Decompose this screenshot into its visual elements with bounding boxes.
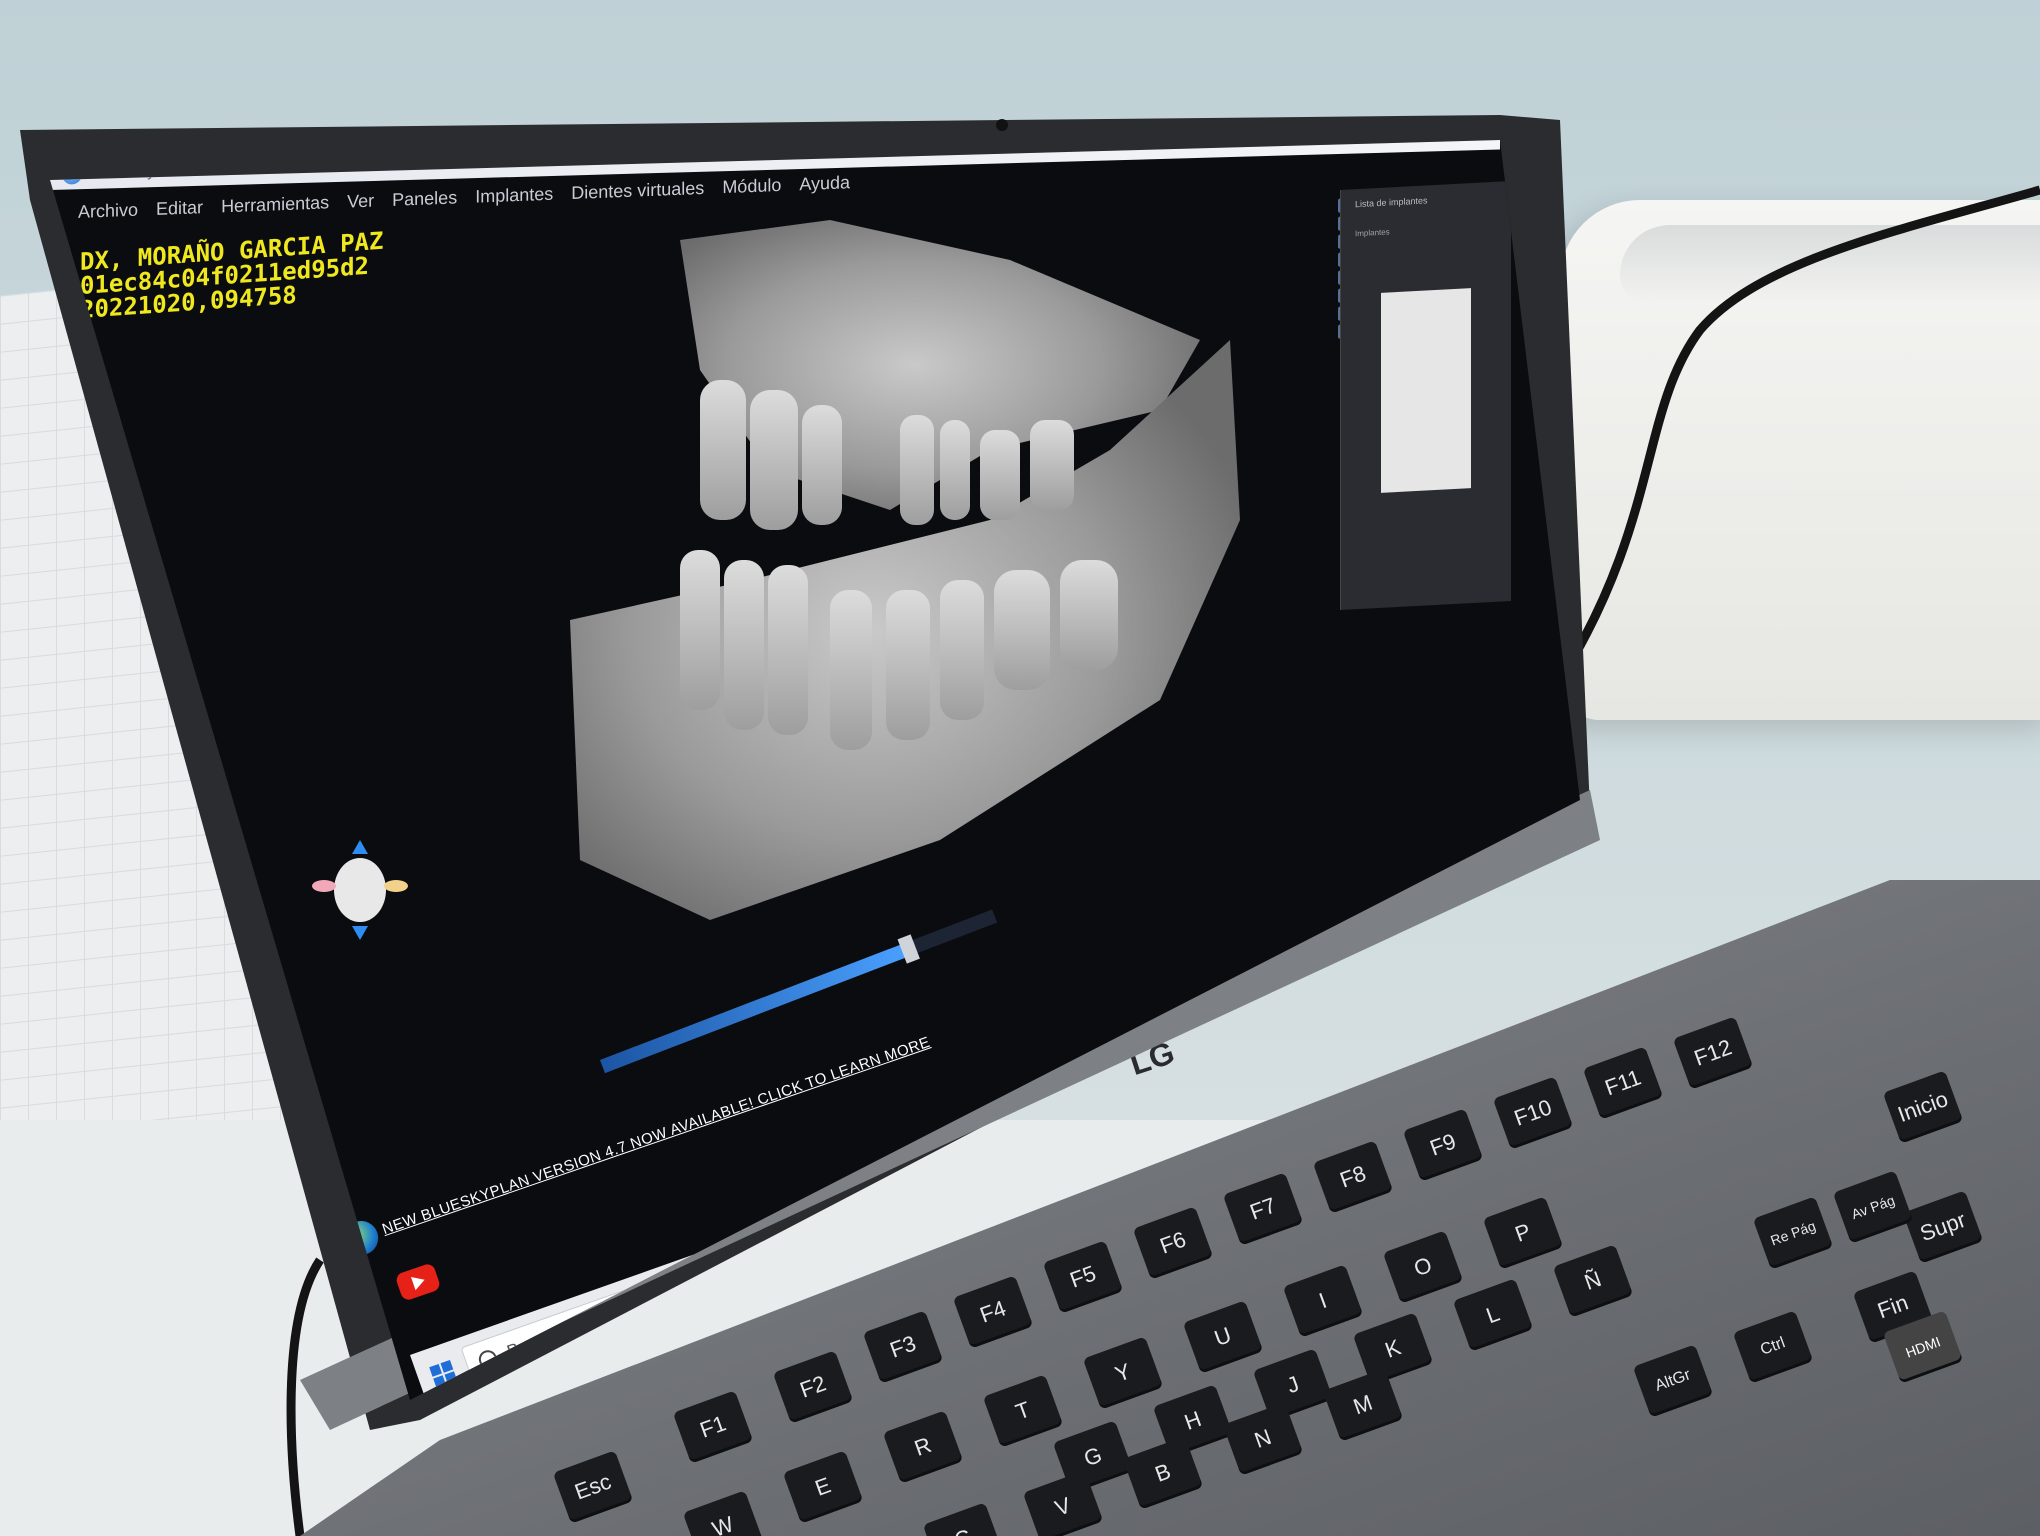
key-f2[interactable]: F2	[772, 1350, 854, 1424]
menu-herramientas[interactable]: Herramientas	[221, 185, 329, 223]
key-p[interactable]: P	[1482, 1196, 1564, 1270]
key-f12[interactable]: F12	[1672, 1016, 1754, 1090]
menu-implantes[interactable]: Implantes	[475, 177, 553, 214]
key-m[interactable]: M	[1322, 1368, 1404, 1442]
3d-viewport[interactable]	[110, 220, 1380, 1020]
menu-ayuda[interactable]: Ayuda	[799, 165, 850, 201]
menu-editar[interactable]: Editar	[156, 190, 203, 226]
key-e[interactable]: E	[782, 1450, 864, 1524]
key-ctrl[interactable]: Ctrl	[1732, 1310, 1814, 1384]
key-f3[interactable]: F3	[862, 1310, 944, 1384]
key-re-pag[interactable]: Re Pág	[1752, 1196, 1834, 1270]
key-inicio[interactable]: Inicio	[1882, 1070, 1964, 1144]
menu-dientes-virtuales[interactable]: Dientes virtuales	[571, 171, 704, 210]
key-f9[interactable]: F9	[1402, 1108, 1484, 1182]
key-f11[interactable]: F11	[1582, 1046, 1664, 1120]
key-c[interactable]: C	[922, 1502, 1004, 1536]
key-f5[interactable]: F5	[1042, 1240, 1124, 1314]
panel-subtitle: Implantes	[1355, 227, 1390, 239]
implant-preview	[1381, 288, 1471, 493]
menu-paneles[interactable]: Paneles	[392, 180, 457, 216]
key-u[interactable]: U	[1182, 1300, 1264, 1374]
key-f7[interactable]: F7	[1222, 1172, 1304, 1246]
white-device-top	[1620, 225, 2040, 305]
photo-scene: Esc F1 F2 F3 F4 F5 F6 F7 F8 F9 F10 F11 F…	[0, 0, 2040, 1536]
key-altgr[interactable]: AltGr	[1632, 1344, 1714, 1418]
key-esc[interactable]: Esc	[552, 1450, 634, 1524]
menu-modulo[interactable]: Módulo	[722, 168, 781, 204]
key-o[interactable]: O	[1382, 1230, 1464, 1304]
menu-ver[interactable]: Ver	[347, 184, 374, 219]
key-l[interactable]: L	[1452, 1278, 1534, 1352]
key-f1[interactable]: F1	[672, 1390, 754, 1464]
key-f4[interactable]: F4	[952, 1275, 1034, 1349]
key-w[interactable]: W	[682, 1490, 764, 1536]
key-i[interactable]: I	[1282, 1264, 1364, 1338]
panel-title: Lista de implantes	[1355, 195, 1428, 210]
menu-archivo[interactable]: Archivo	[78, 193, 138, 229]
key-f6[interactable]: F6	[1132, 1206, 1214, 1280]
key-f8[interactable]: F8	[1312, 1140, 1394, 1214]
key-supr[interactable]: Supr	[1902, 1190, 1984, 1264]
key-f10[interactable]: F10	[1492, 1076, 1574, 1150]
key-av-pag[interactable]: Av Pág	[1832, 1170, 1914, 1244]
key-y[interactable]: Y	[1082, 1336, 1164, 1410]
key-r[interactable]: R	[882, 1410, 964, 1484]
key-t[interactable]: T	[982, 1374, 1064, 1448]
implant-panel: Lista de implantes Implantes	[1340, 181, 1511, 610]
head-orientation-widget[interactable]	[312, 840, 408, 940]
key-enye[interactable]: Ñ	[1552, 1244, 1634, 1318]
